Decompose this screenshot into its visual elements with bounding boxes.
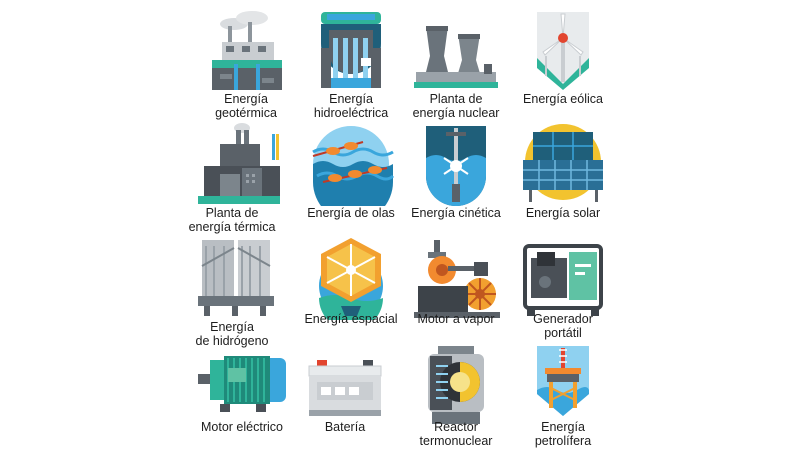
- wind-turbine-icon: [515, 8, 611, 92]
- battery-icon: [297, 344, 393, 428]
- portable-generator-icon: [515, 236, 611, 320]
- tile-label: Energía petrolífera: [534, 420, 592, 448]
- hydrogen-tanks-icon: [184, 236, 280, 320]
- wave-energy-icon: [303, 122, 399, 206]
- thermal-power-plant-icon: [184, 122, 280, 206]
- kinetic-energy-icon: [408, 122, 504, 206]
- tile-label: Energía solar: [525, 206, 601, 220]
- hydroelectric-dam-icon: [303, 8, 399, 92]
- solar-panel-icon: [515, 122, 611, 206]
- tile-label: Energía eólica: [523, 92, 603, 106]
- electric-motor-icon: [194, 344, 290, 428]
- tile-label: Generador portátil: [533, 312, 593, 340]
- space-solar-satellite-icon: [303, 236, 399, 320]
- oil-platform-icon: [515, 344, 611, 428]
- nuclear-cooling-towers-icon: [408, 8, 504, 92]
- geothermal-plant-icon: [198, 8, 294, 92]
- energy-icon-grid: Energía geotérmica Energía hidroeléctric…: [0, 0, 800, 458]
- steam-engine-icon: [408, 236, 504, 320]
- thermonuclear-reactor-icon: [408, 344, 504, 428]
